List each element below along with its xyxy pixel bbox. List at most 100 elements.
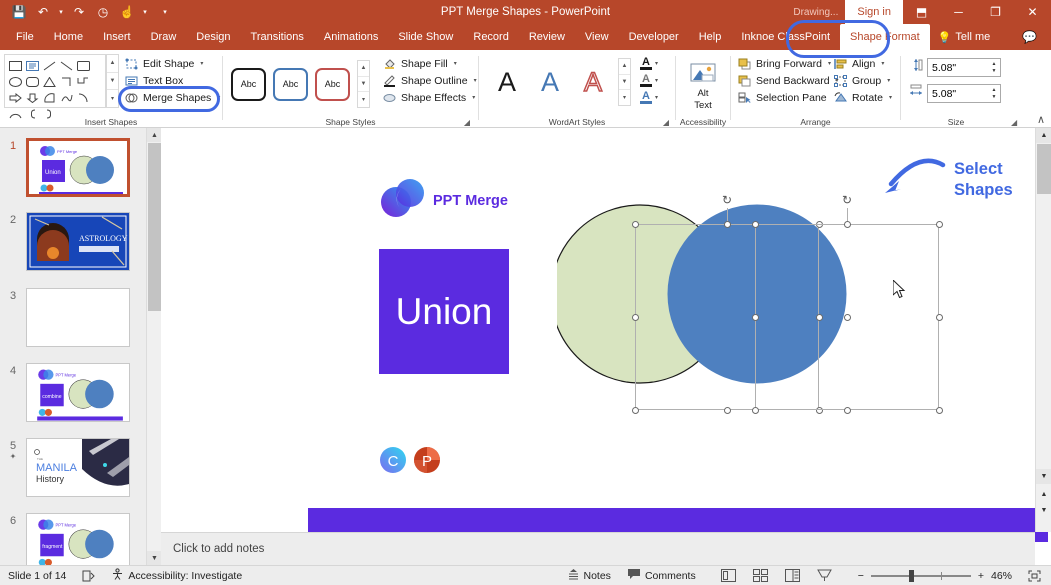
shape-freeform-icon[interactable]	[58, 90, 75, 106]
resize-handle-se[interactable]	[936, 407, 943, 414]
slide-counter[interactable]: Slide 1 of 14	[0, 570, 74, 582]
resize-handle-w[interactable]	[752, 314, 759, 321]
scroll-down-icon[interactable]: ▼	[1036, 469, 1051, 484]
selection-pane-button[interactable]: Selection Pane	[737, 89, 839, 106]
shape-curve-icon[interactable]	[75, 90, 92, 106]
slide-thumbnail-pane[interactable]: 1 PPT Merge Union 2	[0, 128, 146, 565]
normal-view-button[interactable]	[718, 568, 740, 584]
slide-vertical-scrollbar[interactable]: ▲ ▼ ▲ ▼	[1035, 128, 1051, 532]
shape-line-arrow-icon[interactable]	[58, 58, 75, 74]
thumbnail-item-6[interactable]: 6 PPT Merge fragment	[0, 513, 146, 565]
restore-button[interactable]: ❐	[977, 0, 1014, 24]
resize-handle-e[interactable]	[936, 314, 943, 321]
resize-handle-sw[interactable]	[632, 407, 639, 414]
scroll-up-icon[interactable]: ▲	[1036, 128, 1051, 143]
shape-textbox-icon[interactable]	[24, 58, 41, 74]
fit-slide-button[interactable]	[1020, 570, 1051, 582]
chevron-down-icon[interactable]: ▾	[217, 94, 220, 101]
zoom-control[interactable]: − + 46%	[850, 570, 1020, 582]
thumbnail-item-4[interactable]: 4 PPT Merge combine	[0, 363, 146, 422]
align-button[interactable]: Align ▾	[833, 55, 892, 72]
group-button[interactable]: Group ▾	[833, 72, 892, 89]
next-slide-button[interactable]: ▼	[1036, 503, 1051, 518]
customize-qat-icon[interactable]: ▾	[160, 2, 170, 22]
slide-sorter-button[interactable]	[750, 568, 772, 584]
shape-round-rect2-icon[interactable]	[24, 74, 41, 90]
size-dialog-launcher[interactable]: ◢	[1011, 118, 1017, 127]
blue-circle-rotation-handle[interactable]: ↻	[840, 193, 854, 207]
notes-button[interactable]: Notes	[559, 568, 619, 583]
chevron-down-icon[interactable]: ▾	[889, 94, 892, 101]
thumb-scroll-up-icon[interactable]: ▲	[147, 128, 162, 142]
shape-rectangle-icon[interactable]	[7, 58, 24, 74]
chevron-down-icon[interactable]: ▾	[454, 60, 457, 67]
merge-shapes-button[interactable]: Merge Shapes ▾	[124, 89, 220, 106]
zoom-level-label[interactable]: 46%	[991, 570, 1012, 582]
thumbnail-item-2[interactable]: 2 ASTROLOGY	[0, 212, 146, 271]
wordart-styles-scroll[interactable]: ▲ ▼ ▾	[618, 58, 631, 106]
resize-handle-s[interactable]	[724, 407, 731, 414]
text-fill-button[interactable]: A ▾	[640, 55, 658, 72]
shape-arc-fill-icon[interactable]	[41, 90, 58, 106]
thumbnail-slide-6[interactable]: PPT Merge fragment	[26, 513, 130, 565]
chevron-down-icon[interactable]: ▾	[472, 94, 475, 101]
shape-elbow-icon[interactable]	[75, 74, 92, 90]
shape-down-arrow-icon[interactable]	[24, 90, 41, 106]
previous-slide-button[interactable]: ▲	[1036, 487, 1051, 502]
zoom-in-button[interactable]: +	[978, 570, 984, 582]
tab-transitions[interactable]: Transitions	[241, 24, 314, 50]
close-button[interactable]: ✕	[1014, 0, 1051, 24]
touch-mode-dropdown-icon[interactable]: ▾	[140, 2, 150, 22]
powerpoint-badge[interactable]: P	[413, 446, 441, 479]
shape-outline-button[interactable]: Shape Outline ▾	[382, 72, 477, 89]
save-icon[interactable]: 💾	[8, 2, 30, 22]
wordart-more-icon[interactable]: ▾	[619, 90, 630, 105]
redo-icon[interactable]: ↷	[68, 2, 90, 22]
sign-in-button[interactable]: Sign in	[845, 0, 903, 24]
text-box-button[interactable]: Text Box	[124, 72, 220, 89]
resize-handle-center[interactable]	[844, 314, 851, 321]
wordart-preset-1[interactable]: A	[489, 66, 525, 99]
tab-home[interactable]: Home	[44, 24, 93, 50]
zoom-slider-track[interactable]	[871, 575, 971, 577]
zoom-slider-thumb[interactable]	[909, 570, 914, 582]
gallery-more-icon[interactable]: ▾	[107, 90, 118, 107]
chevron-down-icon[interactable]: ▾	[828, 60, 831, 67]
thumb-scroll-down-icon[interactable]: ▼	[147, 551, 162, 565]
tab-developer[interactable]: Developer	[619, 24, 689, 50]
gallery-scroll-down-icon[interactable]: ▼	[107, 73, 118, 91]
zoom-out-button[interactable]: −	[858, 570, 864, 582]
text-outline-button[interactable]: A ▾	[640, 72, 658, 89]
styles-scroll-down-icon[interactable]: ▼	[358, 77, 369, 93]
slide-edit-area[interactable]: PPT Merge Union C	[161, 128, 1035, 532]
language-icon[interactable]	[74, 570, 103, 582]
start-presentation-icon[interactable]: ◷	[92, 2, 114, 22]
resize-handle-ne[interactable]	[936, 221, 943, 228]
thumbnail-slide-3[interactable]	[26, 288, 130, 347]
height-spinner[interactable]: ▲▼	[988, 59, 1000, 76]
thumbnail-item-5[interactable]: 5 ✦ THE MANILA History	[0, 438, 146, 497]
wordart-scroll-down-icon[interactable]: ▼	[619, 75, 630, 91]
comments-icon[interactable]: 💬	[1022, 30, 1037, 44]
union-title-box[interactable]: Union	[379, 249, 509, 374]
thumbnail-item-3[interactable]: 3	[0, 288, 146, 347]
shape-style-preset-2[interactable]: Abc	[273, 68, 308, 101]
green-circle-rotation-handle[interactable]: ↻	[720, 193, 734, 207]
shape-right-angle-icon[interactable]	[58, 74, 75, 90]
bring-forward-button[interactable]: Bring Forward ▾	[737, 55, 839, 72]
tab-insert[interactable]: Insert	[93, 24, 141, 50]
collapse-ribbon-button[interactable]: ∧	[1037, 113, 1045, 126]
rotate-button[interactable]: Rotate ▾	[833, 89, 892, 106]
edit-shape-button[interactable]: Edit Shape ▾	[124, 55, 220, 72]
text-effects-button[interactable]: A ▾	[640, 89, 658, 106]
tab-animations[interactable]: Animations	[314, 24, 388, 50]
comments-button[interactable]: Comments	[619, 568, 704, 583]
notes-pane[interactable]: Click to add notes	[161, 532, 1035, 565]
chevron-down-icon[interactable]: ▾	[881, 60, 884, 67]
width-spinner[interactable]: ▲▼	[988, 85, 1000, 102]
thumbnail-slide-2[interactable]: ASTROLOGY	[26, 212, 130, 271]
wordart-dialog-launcher[interactable]: ◢	[663, 118, 669, 127]
slide-show-button[interactable]	[814, 568, 836, 584]
shape-height-field[interactable]: ▲▼	[927, 58, 1001, 77]
thumbnail-slide-4[interactable]: PPT Merge combine	[26, 363, 130, 422]
